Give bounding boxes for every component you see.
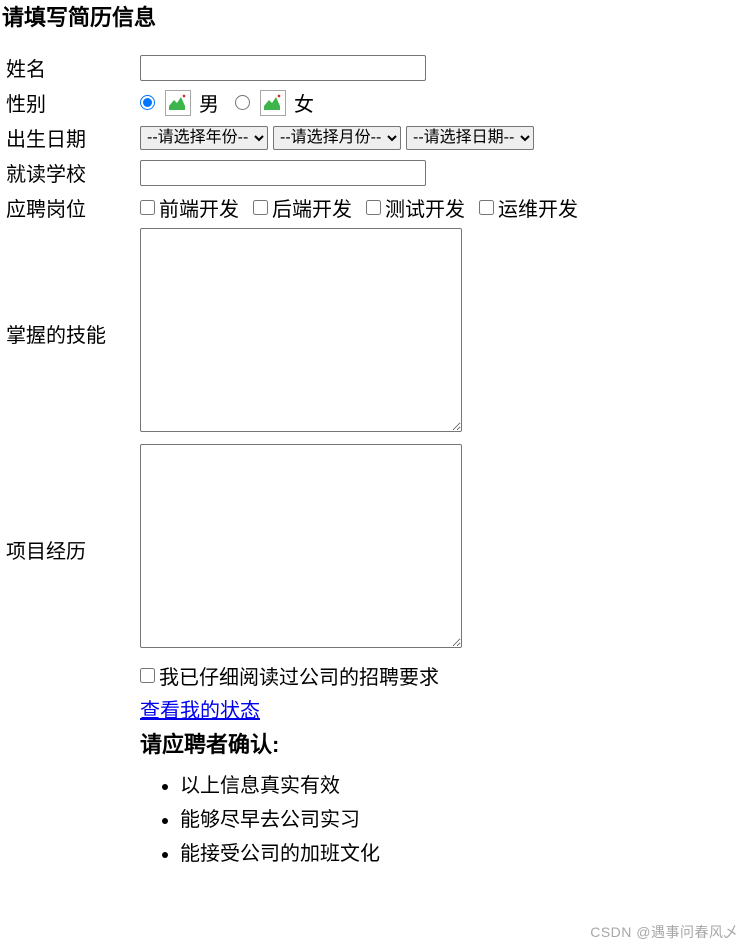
list-item: 能接受公司的加班文化: [180, 837, 586, 871]
broken-image-icon: [165, 90, 191, 116]
position-checkbox-3[interactable]: [479, 200, 494, 215]
status-link[interactable]: 查看我的状态: [140, 700, 260, 722]
gender-male-radio[interactable]: [140, 95, 155, 110]
gender-male-label: 男: [199, 88, 219, 117]
label-birthdate: 出生日期: [2, 120, 136, 155]
position-option-label: 测试开发: [385, 193, 465, 222]
position-option-label: 运维开发: [498, 193, 578, 222]
position-option-label: 后端开发: [272, 193, 352, 222]
list-item: 能够尽早去公司实习: [180, 803, 586, 837]
position-checkbox-1[interactable]: [253, 200, 268, 215]
label-gender: 性别: [2, 85, 136, 120]
label-projects: 项目经历: [2, 441, 136, 657]
label-position: 应聘岗位: [2, 190, 136, 225]
label-name: 姓名: [2, 50, 136, 85]
position-option-label: 前端开发: [159, 193, 239, 222]
confirm-list: 以上信息真实有效能够尽早去公司实习能接受公司的加班文化: [140, 769, 586, 871]
form-title: 请填写简历信息: [2, 0, 744, 32]
gender-female-label: 女: [294, 88, 314, 117]
projects-textarea[interactable]: [140, 444, 462, 648]
school-input[interactable]: [140, 160, 426, 186]
label-school: 就读学校: [2, 155, 136, 190]
birth-month-select[interactable]: --请选择月份--: [273, 126, 401, 150]
birth-day-select[interactable]: --请选择日期--: [406, 126, 534, 150]
agree-text: 我已仔细阅读过公司的招聘要求: [159, 661, 439, 690]
position-checkbox-0[interactable]: [140, 200, 155, 215]
agree-checkbox[interactable]: [140, 668, 155, 683]
birth-year-select[interactable]: --请选择年份--: [140, 126, 268, 150]
gender-female-radio[interactable]: [235, 95, 250, 110]
list-item: 以上信息真实有效: [180, 769, 586, 803]
position-checkbox-2[interactable]: [366, 200, 381, 215]
broken-image-icon: [260, 90, 286, 116]
skills-textarea[interactable]: [140, 228, 462, 432]
watermark-text: CSDN @遇事问春风乄: [590, 922, 738, 942]
name-input[interactable]: [140, 55, 426, 81]
label-skills: 掌握的技能: [2, 225, 136, 441]
position-options: 前端开发 后端开发 测试开发 运维开发: [140, 193, 586, 222]
confirm-title: 请应聘者确认:: [140, 727, 586, 759]
